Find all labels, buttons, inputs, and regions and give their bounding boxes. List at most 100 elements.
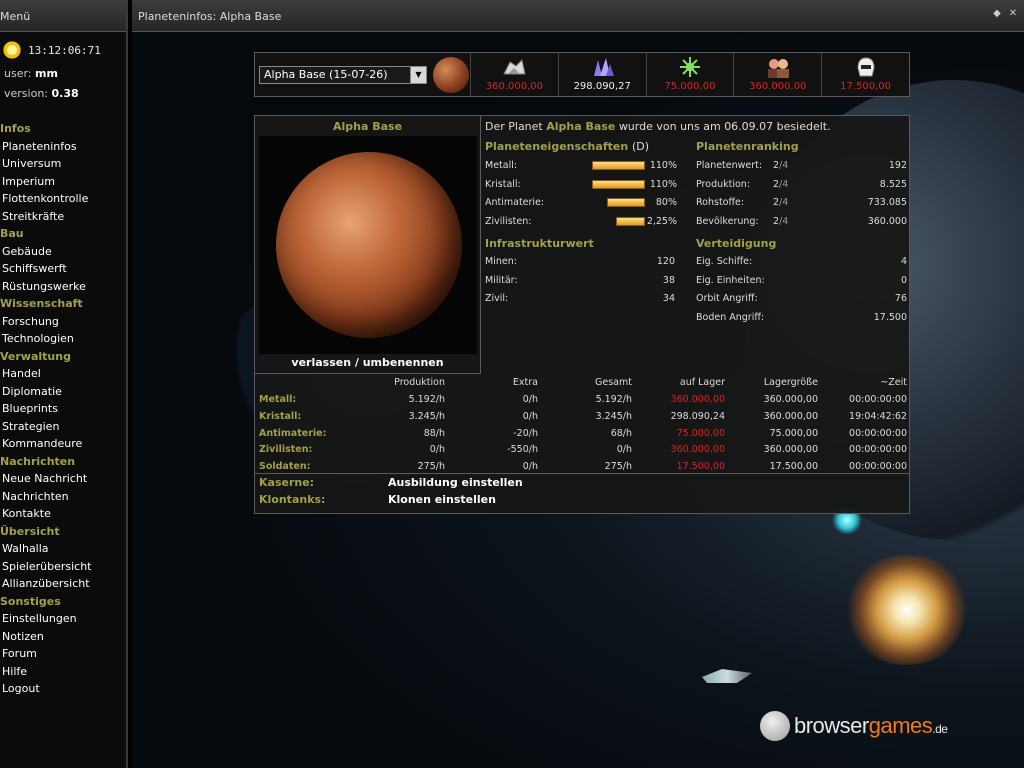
move-icon[interactable]: ◆ [992,9,1002,19]
menu-item[interactable]: Notizen [0,628,126,646]
user-label: user: [4,67,32,80]
ranking-label: Produktion: [696,178,751,190]
production-cell: 275/h [604,461,632,473]
action-row: Klontanks: Klonen einstellen [255,493,909,510]
menu-item[interactable]: Strategien [0,418,126,436]
production-row-label: Antimaterie: [259,427,327,439]
production-row-label: Zivilisten: [259,444,313,456]
menu-item[interactable]: Einstellungen [0,610,126,628]
production-cell: 17.500,00 [676,461,725,473]
production-column-header: Gesamt [595,377,632,388]
resource-value: 17.500,00 [840,81,892,92]
properties-heading: Planeteneigenschaften (D) [485,140,649,153]
menu-item[interactable]: Streitkräfte [0,208,126,226]
menu-item[interactable]: Imperium [0,173,126,191]
menu-item[interactable]: Hilfe [0,663,126,681]
menu-item[interactable]: Neue Nachricht [0,470,126,488]
defense-value: 17.500 [873,311,907,323]
production-column-header: Extra [512,377,538,388]
chevron-down-icon[interactable]: ▼ [410,66,426,83]
menu-item[interactable]: Diplomatie [0,383,126,401]
planet-select[interactable]: Alpha Base (15-07-26) ▼ [259,65,427,84]
menu-item[interactable]: Rüstungswerke [0,278,126,296]
production-header-row: Produktion Extra Gesamt auf Lager Lagergröße… [255,377,909,394]
property-value: 2,25% [646,215,677,227]
ranking-rank: 2/4 [773,179,788,197]
ranking-label: Bevölkerung: [696,215,759,227]
infrastructure-heading: Infrastrukturwert [485,237,594,250]
menu-item[interactable]: Forschung [0,313,126,331]
property-label: Kristall: [485,178,521,190]
property-label: Antimaterie: [485,197,545,208]
background-explosion [842,555,972,665]
defense-value: 76 [894,293,907,304]
menu-item[interactable]: Kommandeure [0,435,126,453]
abandon-rename-link[interactable]: verlassen / umbenennen [255,356,480,369]
defense-value: 4 [900,256,907,267]
menu-item[interactable]: Forum [0,645,126,663]
production-cell: 75.000,00 [676,427,725,439]
menu-item[interactable]: Kontakte [0,505,126,523]
menu-item[interactable]: Blueprints [0,400,126,418]
action-label: Klontanks: [259,493,326,506]
ranking-value: 8.525 [879,178,907,190]
production-cell: 360.000,00 [670,444,725,456]
antimatter-icon [676,56,704,78]
property-bar [592,179,645,189]
production-cell: 3.245/h [408,410,445,422]
production-column-header: auf Lager [679,377,725,388]
stop-training-button[interactable]: Ausbildung einstellen [388,476,523,489]
menu-item[interactable]: Schiffswerft [0,260,126,278]
action-label: Kaserne: [259,476,315,489]
planet-select-value: Alpha Base (15-07-26) [264,68,388,81]
main-window: Planeteninfos: Alpha Base ◆ ✕ Alpha Base… [132,0,1024,768]
resource-antimatter: 75.000,00 [647,53,735,96]
background-spaceship [702,669,752,683]
production-row-label: Kristall: [259,410,302,422]
menu-item[interactable]: Flottenkontrolle [0,190,126,208]
menu-item[interactable]: Logout [0,680,126,698]
production-cell: -20/h [513,427,538,439]
stop-cloning-button[interactable]: Klonen einstellen [388,493,496,506]
menu-item[interactable]: Nachrichten [0,488,126,506]
menu-item[interactable]: Gebäude [0,243,126,261]
infrastructure-value: 34 [662,293,675,304]
soldier-icon [852,56,880,78]
defense-label: Orbit Angriff: [696,293,758,304]
menu-item[interactable]: Allianzübersicht [0,575,126,593]
menu-item[interactable]: Walhalla [0,540,126,558]
property-bar [607,198,645,207]
menu-item[interactable]: Spielerübersicht [0,558,126,576]
production-cell: 19:04:42:62 [849,410,907,422]
production-cell: -550/h [507,444,538,456]
planet-box: Alpha Base verlassen / umbenennen [255,116,481,374]
production-cell: 360.000,00 [763,394,818,405]
close-icon[interactable]: ✕ [1008,9,1018,19]
defense-value: 0 [900,274,907,286]
desc-suffix: wurde von uns am 06.09.07 besiedelt. [618,120,831,133]
property-bar [616,216,645,226]
ranking-rank-of: /4 [779,215,789,227]
production-cell: 00:00:00:00 [849,444,907,456]
metal-icon [500,56,528,78]
planet-name: Alpha Base [332,120,403,133]
ranking-value: 192 [888,160,907,171]
planet-thumbnail[interactable] [433,56,469,93]
menu-item[interactable]: Universum [0,155,126,173]
ranking-value: 733.085 [867,197,907,208]
menu-section-heading: Übersicht [0,524,60,538]
menu-item[interactable]: Planeteninfos [0,138,126,156]
ranking-rank: 2/4 [773,216,788,234]
property-label: Zivilisten: [485,215,532,227]
production-cell: 00:00:00:00 [849,394,907,405]
menu-item[interactable]: Handel [0,365,126,383]
planet-image [258,136,477,354]
menu-item[interactable]: Technologien [0,330,126,348]
resource-metal: 360.000,00 [471,53,559,96]
menu-section-heading: Verwaltung [0,349,71,363]
production-row-label: Metall: [259,394,297,405]
wm-text-a: browser [794,713,869,738]
properties-heading-suffix: (D) [632,140,650,153]
production-cell: 275/h [417,461,445,473]
production-cell: 75.000,00 [769,427,818,439]
